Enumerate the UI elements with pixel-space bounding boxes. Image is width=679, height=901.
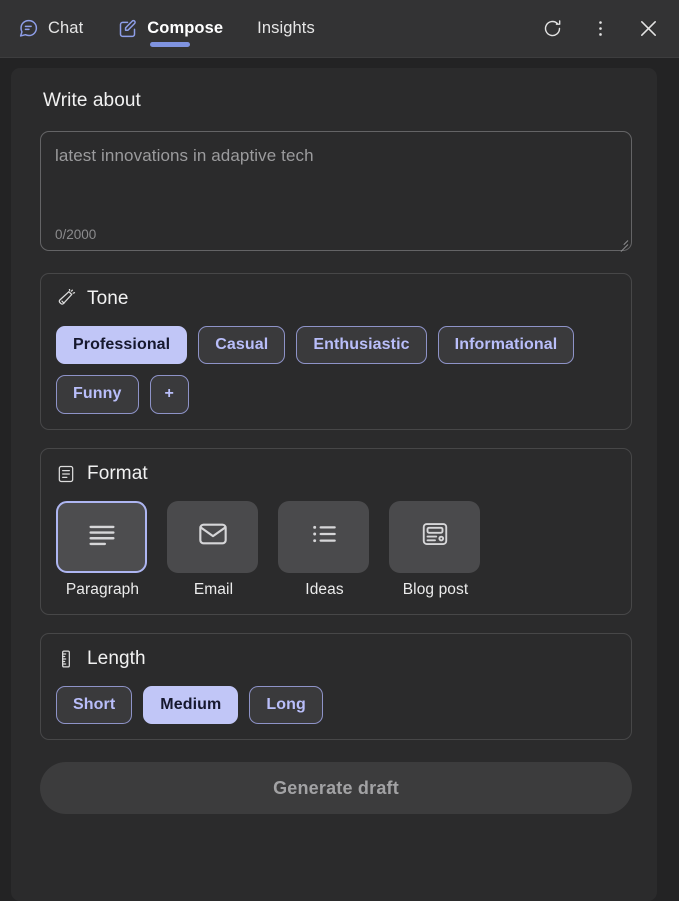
tone-chip-funny[interactable]: Funny	[56, 375, 139, 414]
tone-title: Tone	[87, 288, 129, 309]
format-tile-blog-post-box	[389, 500, 480, 573]
length-header: Length	[56, 648, 616, 670]
length-section: Length Short Medium Long	[40, 632, 632, 741]
tab-compose-label: Compose	[147, 19, 224, 37]
format-options: Paragraph Email Ideas Blog post	[56, 500, 616, 599]
compose-pencil-icon	[117, 18, 138, 39]
close-icon[interactable]	[635, 16, 661, 42]
tone-options: Professional Casual Enthusiastic Informa…	[56, 326, 616, 414]
tab-insights-label: Insights	[257, 19, 315, 37]
prompt-input[interactable]: latest innovations in adaptive tech 0/20…	[40, 131, 632, 252]
tone-chip-casual[interactable]: Casual	[198, 326, 286, 365]
format-label-email: Email	[193, 580, 234, 598]
plus-icon: +	[164, 385, 174, 403]
paragraph-lines-icon	[85, 517, 119, 556]
length-title: Length	[87, 647, 146, 669]
header-actions	[539, 16, 661, 42]
prompt-placeholder: latest innovations in adaptive tech	[55, 146, 314, 165]
bulleted-list-icon	[308, 518, 340, 555]
add-tone-button[interactable]: +	[149, 375, 189, 414]
format-tile-ideas-box	[278, 500, 369, 573]
length-chip-medium[interactable]: Medium	[143, 685, 239, 725]
refresh-icon[interactable]	[539, 16, 565, 42]
chat-bubble-icon	[18, 18, 39, 39]
format-tile-paragraph[interactable]: Paragraph	[56, 500, 149, 599]
generate-draft-button[interactable]: Generate draft	[40, 762, 632, 815]
tab-bar: Chat Compose Insights	[16, 0, 317, 57]
format-label-ideas: Ideas	[305, 580, 344, 598]
document-lines-icon	[56, 464, 76, 484]
format-tile-email-box	[167, 500, 258, 573]
format-tile-ideas[interactable]: Ideas	[278, 500, 371, 599]
more-options-icon[interactable]	[587, 16, 613, 42]
tone-header: Tone	[56, 288, 616, 310]
app-header: Chat Compose Insights	[0, 0, 679, 58]
megaphone-icon	[56, 289, 76, 309]
format-title: Format	[87, 462, 148, 484]
envelope-icon	[197, 518, 229, 555]
length-chip-short[interactable]: Short	[56, 685, 133, 725]
tab-chat[interactable]: Chat	[16, 0, 85, 57]
ruler-icon	[56, 649, 76, 669]
tab-insights[interactable]: Insights	[255, 0, 317, 57]
tab-compose[interactable]: Compose	[115, 0, 225, 57]
format-tile-blog-post[interactable]: Blog post	[389, 500, 482, 599]
format-tile-email[interactable]: Email	[167, 500, 260, 599]
format-section: Format Paragraph Email Ideas Blog post	[40, 447, 632, 615]
length-options: Short Medium Long	[56, 685, 616, 725]
tab-chat-label: Chat	[48, 19, 84, 37]
format-label-blog-post: Blog post	[402, 580, 469, 598]
format-tile-paragraph-box	[56, 500, 147, 573]
active-tab-indicator	[150, 42, 191, 47]
resize-handle-icon[interactable]	[617, 236, 629, 252]
character-counter: 0/2000	[55, 227, 97, 242]
length-chip-long[interactable]: Long	[249, 685, 323, 725]
compose-card: Write about latest innovations in adapti…	[11, 68, 657, 901]
write-about-label: Write about	[43, 90, 141, 111]
tone-chip-professional[interactable]: Professional	[56, 326, 188, 365]
format-header: Format	[56, 463, 616, 485]
tone-section: Tone Professional Casual Enthusiastic In…	[40, 273, 632, 430]
format-label-paragraph: Paragraph	[65, 580, 140, 598]
tone-chip-informational[interactable]: Informational	[437, 326, 575, 365]
tone-chip-enthusiastic[interactable]: Enthusiastic	[296, 326, 427, 365]
page-background: Write about latest innovations in adapti…	[0, 58, 679, 901]
article-icon	[420, 519, 450, 554]
